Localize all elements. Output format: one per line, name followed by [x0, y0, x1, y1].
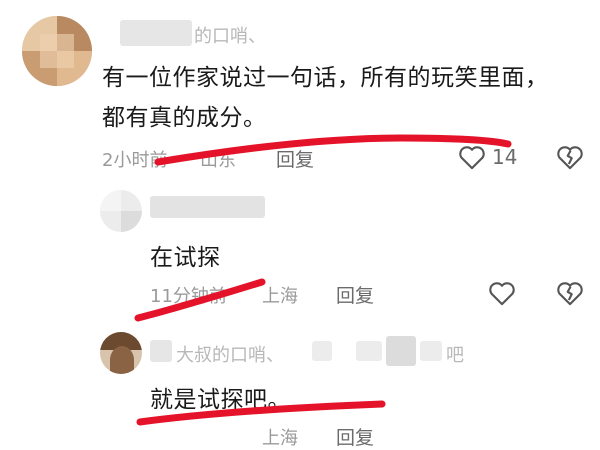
- comment-text: 有一位作家说过一句话，所有的玩笑里面，: [102, 65, 549, 91]
- like-count: 14: [492, 145, 518, 169]
- reply-button[interactable]: 回复: [276, 145, 314, 172]
- username-blur: [420, 341, 442, 361]
- username-blur: [356, 341, 382, 361]
- username-blur: [150, 196, 265, 218]
- comment-location: 上海: [262, 428, 298, 449]
- avatar[interactable]: [22, 16, 92, 86]
- broken-heart-icon[interactable]: [556, 144, 584, 170]
- reply-button[interactable]: 回复: [336, 423, 374, 450]
- reply-button[interactable]: 回复: [336, 281, 374, 308]
- comment-text: 在试探: [150, 245, 221, 271]
- heart-outline-icon[interactable]: [458, 144, 486, 170]
- username-blur: [312, 341, 332, 361]
- comment-time: 11分钟前: [150, 286, 227, 307]
- comment-author[interactable]: 大叔的口哨、: [176, 341, 284, 367]
- comment-text: 都有真的成分。: [102, 105, 267, 131]
- heart-outline-icon[interactable]: [488, 280, 516, 306]
- comment-time: 2小时前: [102, 150, 168, 171]
- broken-heart-icon[interactable]: [556, 280, 584, 306]
- comment-location: 上海: [262, 286, 298, 307]
- avatar[interactable]: [100, 190, 142, 232]
- comment-location: 山东: [200, 150, 236, 171]
- comment-text: 就是试探吧。: [150, 387, 291, 413]
- username-blur: [120, 20, 192, 46]
- username-blur: [386, 336, 416, 366]
- avatar[interactable]: [100, 332, 142, 374]
- username-blur: [150, 340, 172, 362]
- comment-author-suffix[interactable]: 吧: [446, 341, 464, 367]
- comment-author[interactable]: 的口哨、: [194, 22, 266, 48]
